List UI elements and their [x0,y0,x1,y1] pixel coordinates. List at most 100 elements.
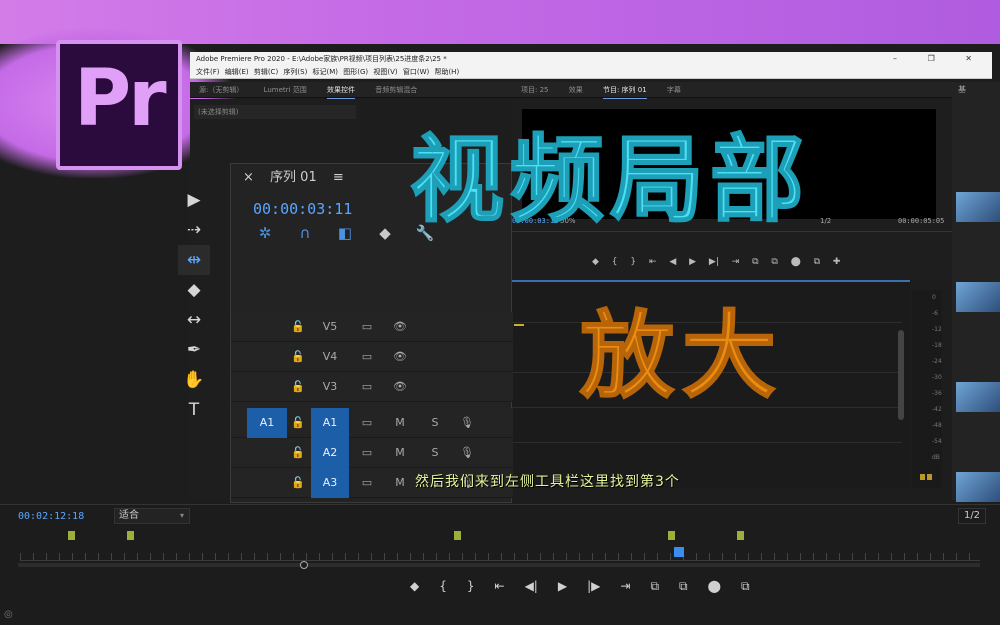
track-name[interactable]: A3 [311,468,349,498]
source-patch-a1[interactable]: A1 [247,408,287,438]
lock-icon[interactable]: 🔓 [291,372,305,402]
clip-marker [514,324,524,326]
fit-dropdown[interactable]: 适合 ▾ [114,508,190,524]
track-v4: 🔓 V4 ▭ 👁 [231,342,513,372]
add-marker-icon[interactable]: ◆ [373,224,397,242]
nest-icon[interactable]: ✲ [253,224,277,242]
sync-lock-icon[interactable]: ▭ [359,408,375,438]
thumbnail[interactable] [956,282,1000,312]
track-select-tool-icon[interactable]: ⇢ [178,215,210,245]
close-icon[interactable]: × [243,170,254,185]
slip-tool-icon[interactable]: ↔ [178,305,210,335]
time-ruler[interactable] [20,553,980,561]
settings-icon[interactable]: ◎ [4,609,13,620]
tab-project[interactable]: 项目: 25 [521,82,549,98]
tab-program[interactable]: 节目: 序列 01 [602,82,647,99]
linked-selection-icon[interactable]: ◧ [333,224,357,242]
sync-lock-icon[interactable]: ▭ [359,342,375,372]
eye-icon[interactable]: 👁 [391,372,409,402]
meter-scale: 0 -6 -12 -18 -24 -30 -36 -42 -48 -54 dB [932,294,942,461]
sync-lock-icon[interactable]: ▭ [359,468,375,498]
lock-icon[interactable]: 🔓 [291,342,305,372]
mic-icon[interactable]: 🎙 [459,408,475,438]
mute-button[interactable]: M [391,468,409,498]
video-subtitle: 然后我们来到左侧工具栏这里找到第3个 [415,474,680,490]
mark-out-button[interactable]: } [467,579,475,594]
sync-lock-icon[interactable]: ▭ [359,438,375,468]
scroll-handle[interactable] [300,561,308,569]
timeline-marker[interactable] [668,531,675,540]
thumbnail[interactable] [956,472,1000,502]
menu-bar[interactable]: 文件(F) 编辑(E) 剪辑(C) 序列(S) 标记(M) 图形(G) 视图(V… [190,66,992,79]
solo-button[interactable]: S [429,438,441,468]
razor-tool-icon[interactable]: ◆ [178,275,210,305]
button-editor-icon[interactable]: ⧉ [741,579,750,594]
type-tool-icon[interactable]: T [178,395,210,425]
go-to-in-button[interactable]: ⇤ [495,579,505,594]
timeline-marker[interactable] [127,531,134,540]
thumbnail[interactable] [956,192,1000,222]
thumbnail[interactable] [956,382,1000,412]
premiere-logo: Pr [56,40,182,170]
track-name[interactable]: V5 [311,312,349,342]
overwrite-button[interactable]: ⧉ [679,579,688,594]
zoom-scrollbar[interactable] [18,561,980,569]
track-v5: 🔓 V5 ▭ 👁 [231,312,513,342]
mute-button[interactable]: M [391,438,409,468]
lock-icon[interactable]: 🔓 [291,408,305,438]
lock-icon[interactable]: 🔓 [291,468,305,498]
solo-button[interactable]: S [429,408,441,438]
right-side-panel: 基 [952,82,1000,502]
tab-effect-controls[interactable]: 效果控件 [326,82,355,99]
window-controls[interactable]: – ❐ ✕ [893,52,986,66]
export-frame-icon[interactable]: ⬤ [708,579,721,594]
side-tab[interactable]: 基 [958,84,966,95]
ripple-edit-tool-icon[interactable]: ⇹ [178,245,210,275]
tab-source[interactable]: 源:（无剪辑） [199,82,243,98]
resolution-dropdown[interactable]: 1/2 [958,508,986,524]
eye-icon[interactable]: 👁 [391,312,409,342]
tab-effects[interactable]: 效果 [569,82,583,98]
lock-icon[interactable]: 🔓 [291,312,305,342]
track-name[interactable]: V4 [311,342,349,372]
sync-lock-icon[interactable]: ▭ [359,372,375,402]
program-resolution[interactable]: 1/2 [820,217,831,225]
playhead[interactable] [674,547,684,557]
timeline-scrollbar[interactable] [898,330,904,420]
track-name[interactable]: A1 [311,408,349,438]
play-button[interactable]: ▶ [558,579,567,594]
logo-text: Pr [74,54,167,144]
tab-audio-mixer[interactable]: 音频剪辑混合 [375,82,417,98]
panel-menu-icon[interactable]: ≡ [333,170,344,185]
timeline-marker[interactable] [68,531,75,540]
track-name[interactable]: V3 [311,372,349,402]
tab-lumetri[interactable]: Lumetri 范围 [264,82,307,98]
timeline-marker[interactable] [737,531,744,540]
go-to-out-button[interactable]: ⇥ [620,579,630,594]
program-transport[interactable]: ◆ { } ⇤ ◀ ▶ ▶| ⇥ ⧉ ⧉ ⬤ ⧉ ✚ [592,257,840,267]
step-forward-button[interactable]: |▶ [587,579,600,594]
window-title: Adobe Premiere Pro 2020 - E:\Adobe家族\PR视… [196,55,447,63]
program-duration: 00:00:05:05 [898,217,945,225]
audio-meter: 0 -6 -12 -18 -24 -30 -36 -42 -48 -54 dB [912,290,942,488]
sequence-title[interactable]: 序列 01 [270,170,317,185]
timeline-marker[interactable] [454,531,461,540]
selection-tool-icon[interactable]: ▶ [178,185,210,215]
sync-lock-icon[interactable]: ▭ [359,312,375,342]
eye-icon[interactable]: 👁 [391,342,409,372]
hand-tool-icon[interactable]: ✋ [178,365,210,395]
add-marker-button[interactable]: ◆ [410,579,419,594]
insert-button[interactable]: ⧉ [650,579,659,594]
bottom-timecode[interactable]: 00:02:12:18 [18,511,84,522]
tab-captions[interactable]: 字幕 [667,82,681,98]
mark-in-button[interactable]: { [439,579,447,594]
mic-icon[interactable]: 🎙 [459,438,475,468]
pen-tool-icon[interactable]: ✒ [178,335,210,365]
snap-magnet-icon[interactable]: ∩ [293,224,317,242]
track-name[interactable]: A2 [311,438,349,468]
lock-icon[interactable]: 🔓 [291,438,305,468]
no-clip-row: (未选择剪辑) [194,105,356,119]
window-titlebar: Adobe Premiere Pro 2020 - E:\Adobe家族\PR视… [190,52,992,66]
mute-button[interactable]: M [391,408,409,438]
step-back-button[interactable]: ◀| [525,579,538,594]
